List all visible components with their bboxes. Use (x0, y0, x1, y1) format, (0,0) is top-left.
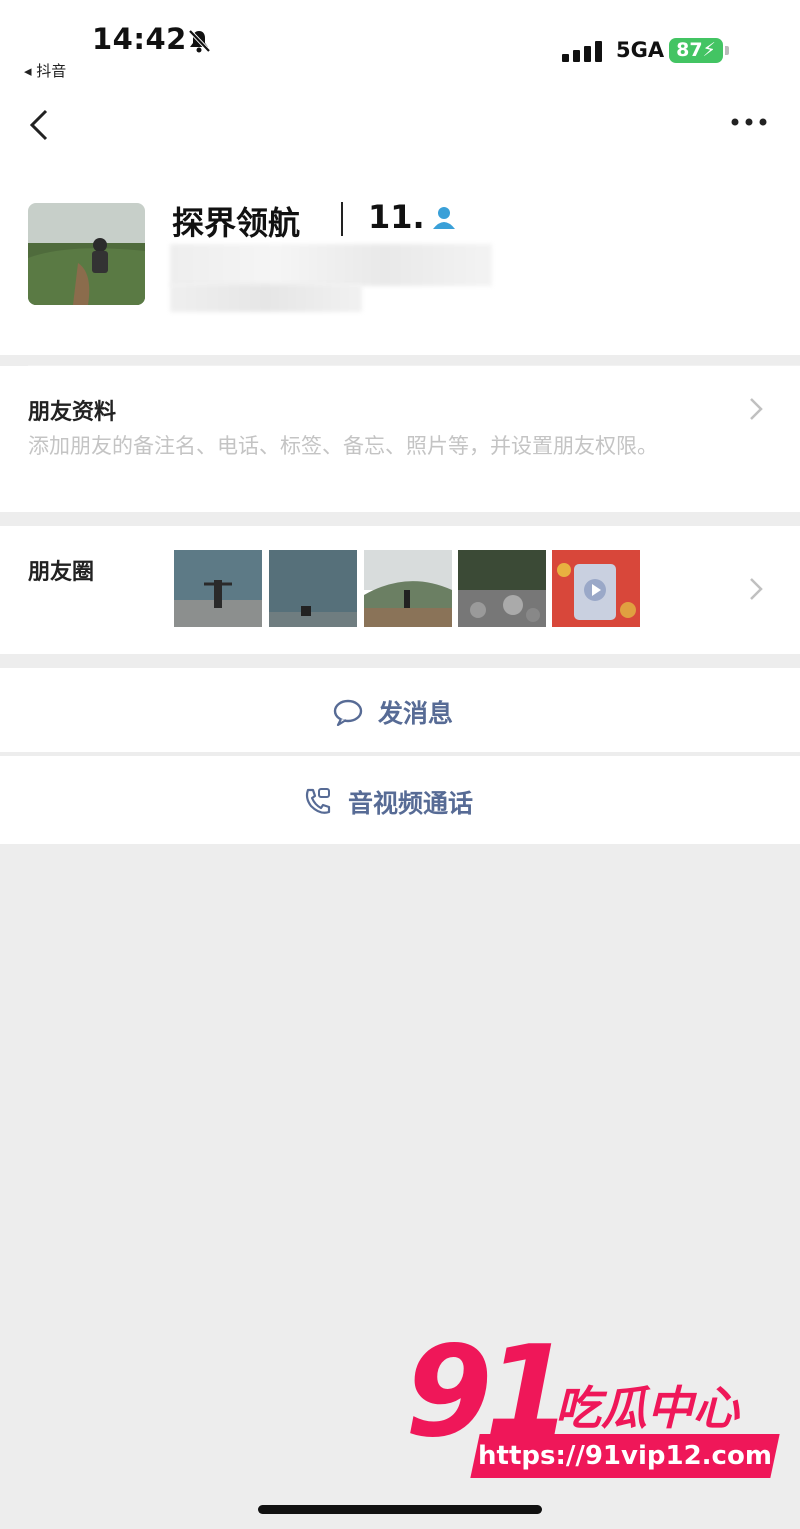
moments-thumbnail[interactable] (458, 550, 546, 627)
network-label: 5GA (616, 38, 665, 62)
moments-thumbnail[interactable] (269, 550, 357, 627)
status-time: 14:42 (92, 22, 187, 56)
voice-video-call-label: 音视频通话 (348, 789, 474, 818)
signal-icon (562, 40, 606, 62)
more-options-icon[interactable] (730, 116, 768, 128)
watermark-title: 吃瓜中心 (555, 1381, 739, 1435)
friend-profile-description: 添加朋友的备注名、电话、标签、备忘、照片等，并设置朋友权限。 (28, 434, 658, 458)
voice-video-call-button[interactable]: 音视频通话 (0, 756, 800, 844)
blurred-wechat-id (170, 244, 492, 286)
profile-name-suffix: 11. (368, 198, 425, 236)
battery-level: 87 (676, 39, 703, 61)
avatar[interactable] (28, 203, 145, 305)
profile-name: 探界领航 (172, 204, 301, 242)
send-message-button[interactable]: 发消息 (0, 668, 800, 752)
contact-person-icon (433, 207, 455, 229)
name-divider (341, 202, 343, 236)
watermark-logo: 91 吃瓜中心 https://91vip12.com (405, 1318, 785, 1488)
friend-profile-row[interactable]: 朋友资料 添加朋友的备注名、电话、标签、备忘、照片等，并设置朋友权限。 (0, 366, 800, 512)
friend-profile-title: 朋友资料 (28, 400, 117, 425)
battery-icon: 87⚡ (669, 38, 723, 63)
blurred-region (170, 284, 362, 312)
bell-muted-icon (188, 29, 211, 53)
phone-video-icon (305, 788, 331, 814)
moments-thumbnail[interactable] (174, 550, 262, 627)
back-to-app-link[interactable]: ◂ 抖音 (24, 60, 66, 81)
back-arrow-icon[interactable] (26, 108, 52, 142)
chevron-right-icon (750, 398, 763, 420)
watermark-url: https://91vip12.com (470, 1434, 780, 1478)
battery-cap (725, 46, 729, 55)
moments-row[interactable]: 朋友圈 (0, 526, 800, 654)
moments-title: 朋友圈 (28, 560, 95, 585)
send-message-label: 发消息 (378, 699, 454, 728)
home-indicator (258, 1505, 542, 1514)
moments-thumbnail[interactable] (364, 550, 452, 627)
chat-bubble-icon (333, 699, 363, 726)
chevron-right-icon (750, 578, 763, 600)
moments-thumbnail[interactable] (552, 550, 640, 627)
